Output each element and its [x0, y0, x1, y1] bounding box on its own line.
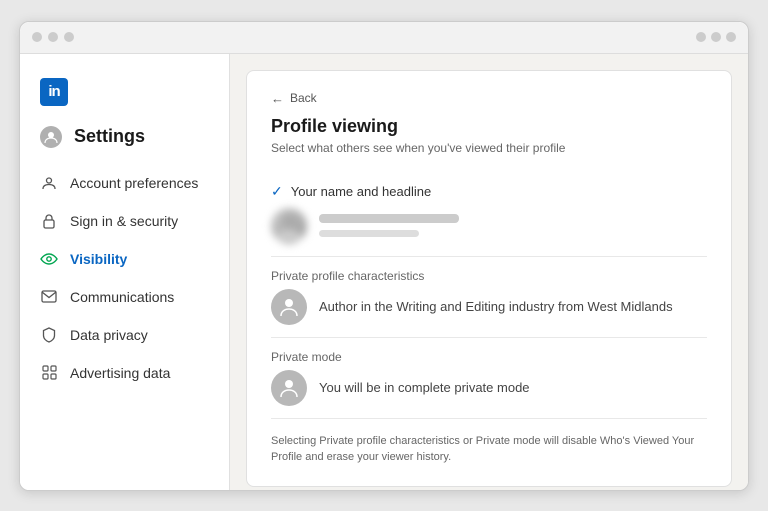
sidebar-item-visibility[interactable]: Visibility	[20, 240, 229, 278]
back-arrow-icon: ←	[271, 91, 284, 106]
sidebar-item-communications[interactable]: Communications	[20, 278, 229, 316]
sidebar-item-sign-security[interactable]: Sign in & security	[20, 202, 229, 240]
option-description-private-profile: Author in the Writing and Editing indust…	[319, 299, 673, 314]
grid-icon	[40, 364, 58, 382]
sidebar-item-account-preferences[interactable]: Account preferences	[20, 164, 229, 202]
dot-close	[32, 32, 42, 42]
control-circle-2	[711, 32, 721, 42]
option-label-name: Your name and headline	[291, 184, 431, 199]
option-private-mode[interactable]: Private mode You will be in complete pri…	[271, 338, 707, 419]
avatar-icon-private-mode	[271, 370, 307, 406]
sidebar-header: in	[20, 70, 229, 126]
sidebar-label-visibility: Visibility	[70, 251, 127, 267]
browser-window: in Settings	[19, 21, 749, 491]
user-avatar-small	[40, 126, 62, 148]
main-content: ← Back Profile viewing Select what other…	[230, 54, 748, 490]
section-label-private-mode: Private mode	[271, 350, 707, 364]
blurred-text-block	[319, 214, 459, 237]
browser-body: in Settings	[20, 54, 748, 490]
shield-icon	[40, 326, 58, 344]
option-row-name	[271, 208, 707, 244]
page-title: Profile viewing	[271, 116, 707, 137]
check-icon: ✓	[271, 183, 283, 200]
sidebar-label-communications: Communications	[70, 289, 174, 305]
avatar-blurred	[271, 208, 307, 244]
sidebar-label-data-privacy: Data privacy	[70, 327, 148, 343]
avatar-icon-private-profile	[271, 289, 307, 325]
linkedin-logo: in	[40, 78, 68, 106]
eye-icon	[40, 250, 58, 268]
lock-icon	[40, 212, 58, 230]
section-label-private-profile: Private profile characteristics	[271, 269, 707, 283]
person-icon	[40, 174, 58, 192]
dot-maximize	[64, 32, 74, 42]
dot-minimize	[48, 32, 58, 42]
control-circle-1	[696, 32, 706, 42]
back-label: Back	[290, 91, 317, 105]
window-dots	[32, 32, 74, 42]
back-link[interactable]: ← Back	[271, 91, 707, 106]
sidebar-label-advertising-data: Advertising data	[70, 365, 170, 381]
option-row-private-profile: Author in the Writing and Editing indust…	[271, 289, 707, 325]
sidebar-label-sign-security: Sign in & security	[70, 213, 178, 229]
sidebar-item-advertising-data[interactable]: Advertising data	[20, 354, 229, 392]
option-row-private-mode: You will be in complete private mode	[271, 370, 707, 406]
sidebar-label-account-preferences: Account preferences	[70, 175, 198, 191]
blurred-line-1	[319, 214, 459, 223]
sidebar: in Settings	[20, 54, 230, 490]
content-card: ← Back Profile viewing Select what other…	[246, 70, 732, 487]
settings-title: Settings	[74, 126, 145, 147]
footer-note: Selecting Private profile characteristic…	[271, 433, 707, 466]
option-header-name: ✓ Your name and headline	[271, 183, 707, 200]
option-your-name[interactable]: ✓ Your name and headline	[271, 171, 707, 257]
browser-titlebar	[20, 22, 748, 54]
option-private-profile[interactable]: Private profile characteristics Author i…	[271, 257, 707, 338]
browser-controls	[696, 32, 736, 42]
control-circle-3	[726, 32, 736, 42]
sidebar-settings-title: Settings	[20, 126, 229, 164]
sidebar-item-data-privacy[interactable]: Data privacy	[20, 316, 229, 354]
option-description-private-mode: You will be in complete private mode	[319, 380, 530, 395]
page-subtitle: Select what others see when you've viewe…	[271, 141, 707, 155]
envelope-icon	[40, 288, 58, 306]
blurred-line-2	[319, 230, 419, 237]
